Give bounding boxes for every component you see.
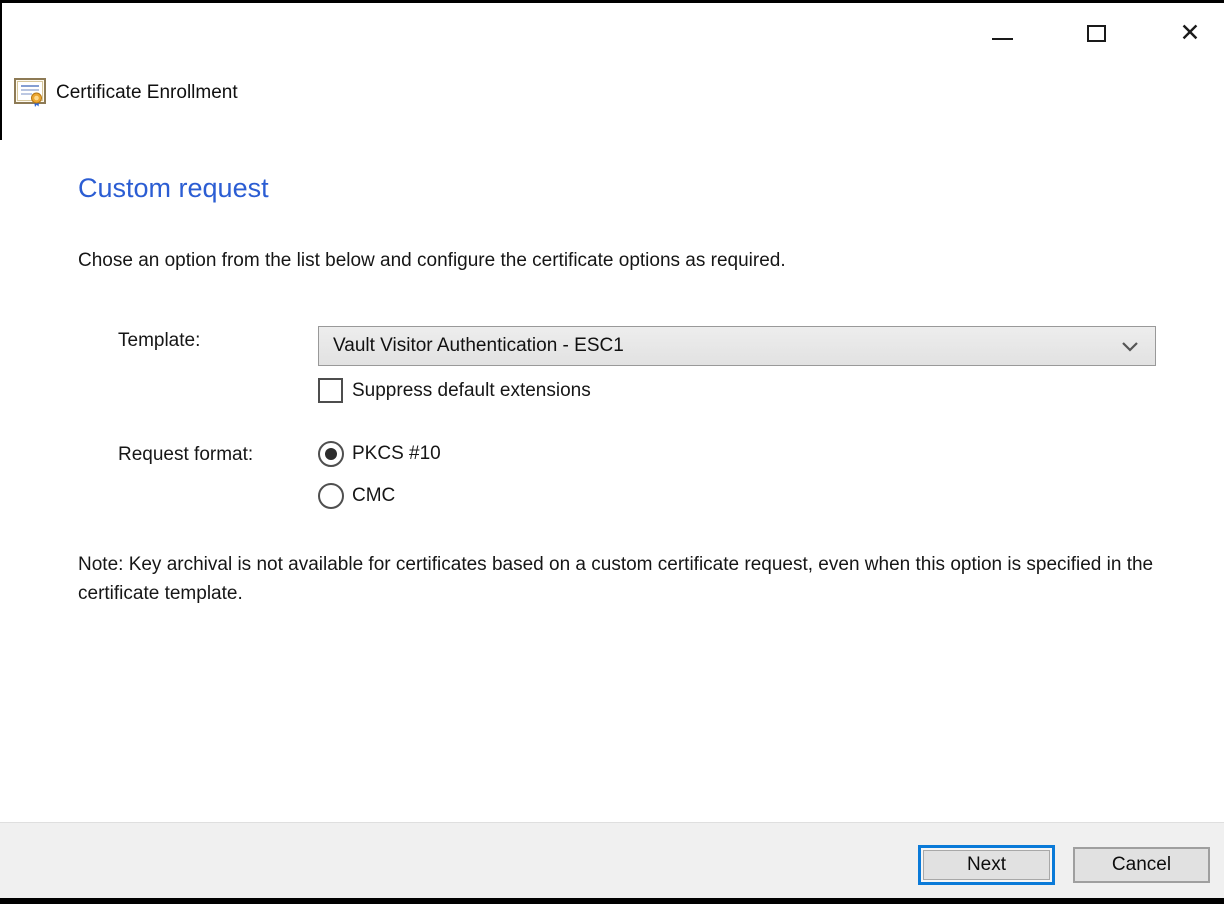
certificate-icon [14, 78, 46, 107]
suppress-extensions-label: Suppress default extensions [352, 379, 591, 401]
cancel-button[interactable]: Cancel [1073, 847, 1210, 883]
chevron-down-icon [1122, 342, 1138, 352]
app-header: Certificate Enrollment [14, 78, 238, 108]
page-title: Custom request [78, 173, 269, 203]
window-controls: ✕ [984, 16, 1208, 50]
cmc-radio-label: CMC [352, 485, 396, 506]
radio-row-cmc: CMC [318, 483, 395, 509]
suppress-extensions-row: Suppress default extensions [318, 378, 591, 403]
request-format-label: Request format: [118, 444, 254, 465]
app-title: Certificate Enrollment [56, 82, 238, 103]
template-selected-value: Vault Visitor Authentication - ESC1 [333, 335, 624, 356]
maximize-button[interactable] [1078, 16, 1114, 50]
suppress-extensions-checkbox[interactable] [318, 378, 343, 403]
capture-top-bar [0, 0, 1224, 3]
pkcs10-radio-label: PKCS #10 [352, 443, 441, 464]
minimize-button[interactable] [984, 16, 1020, 50]
maximize-icon [1086, 24, 1106, 42]
template-dropdown[interactable]: Vault Visitor Authentication - ESC1 [318, 326, 1156, 366]
cmc-radio[interactable] [318, 483, 344, 509]
pkcs10-radio[interactable] [318, 441, 344, 467]
key-archival-note: Note: Key archival is not available for … [78, 554, 1154, 604]
template-label: Template: [118, 330, 201, 351]
close-button[interactable]: ✕ [1172, 16, 1208, 50]
radio-row-pkcs10: PKCS #10 [318, 441, 441, 467]
page-description: Chose an option from the list below and … [78, 250, 786, 271]
capture-bottom-bar [0, 898, 1224, 904]
close-icon: ✕ [1179, 18, 1201, 47]
minimize-icon [991, 38, 1013, 40]
next-button[interactable]: Next [918, 845, 1055, 885]
capture-left-bar [0, 0, 2, 140]
